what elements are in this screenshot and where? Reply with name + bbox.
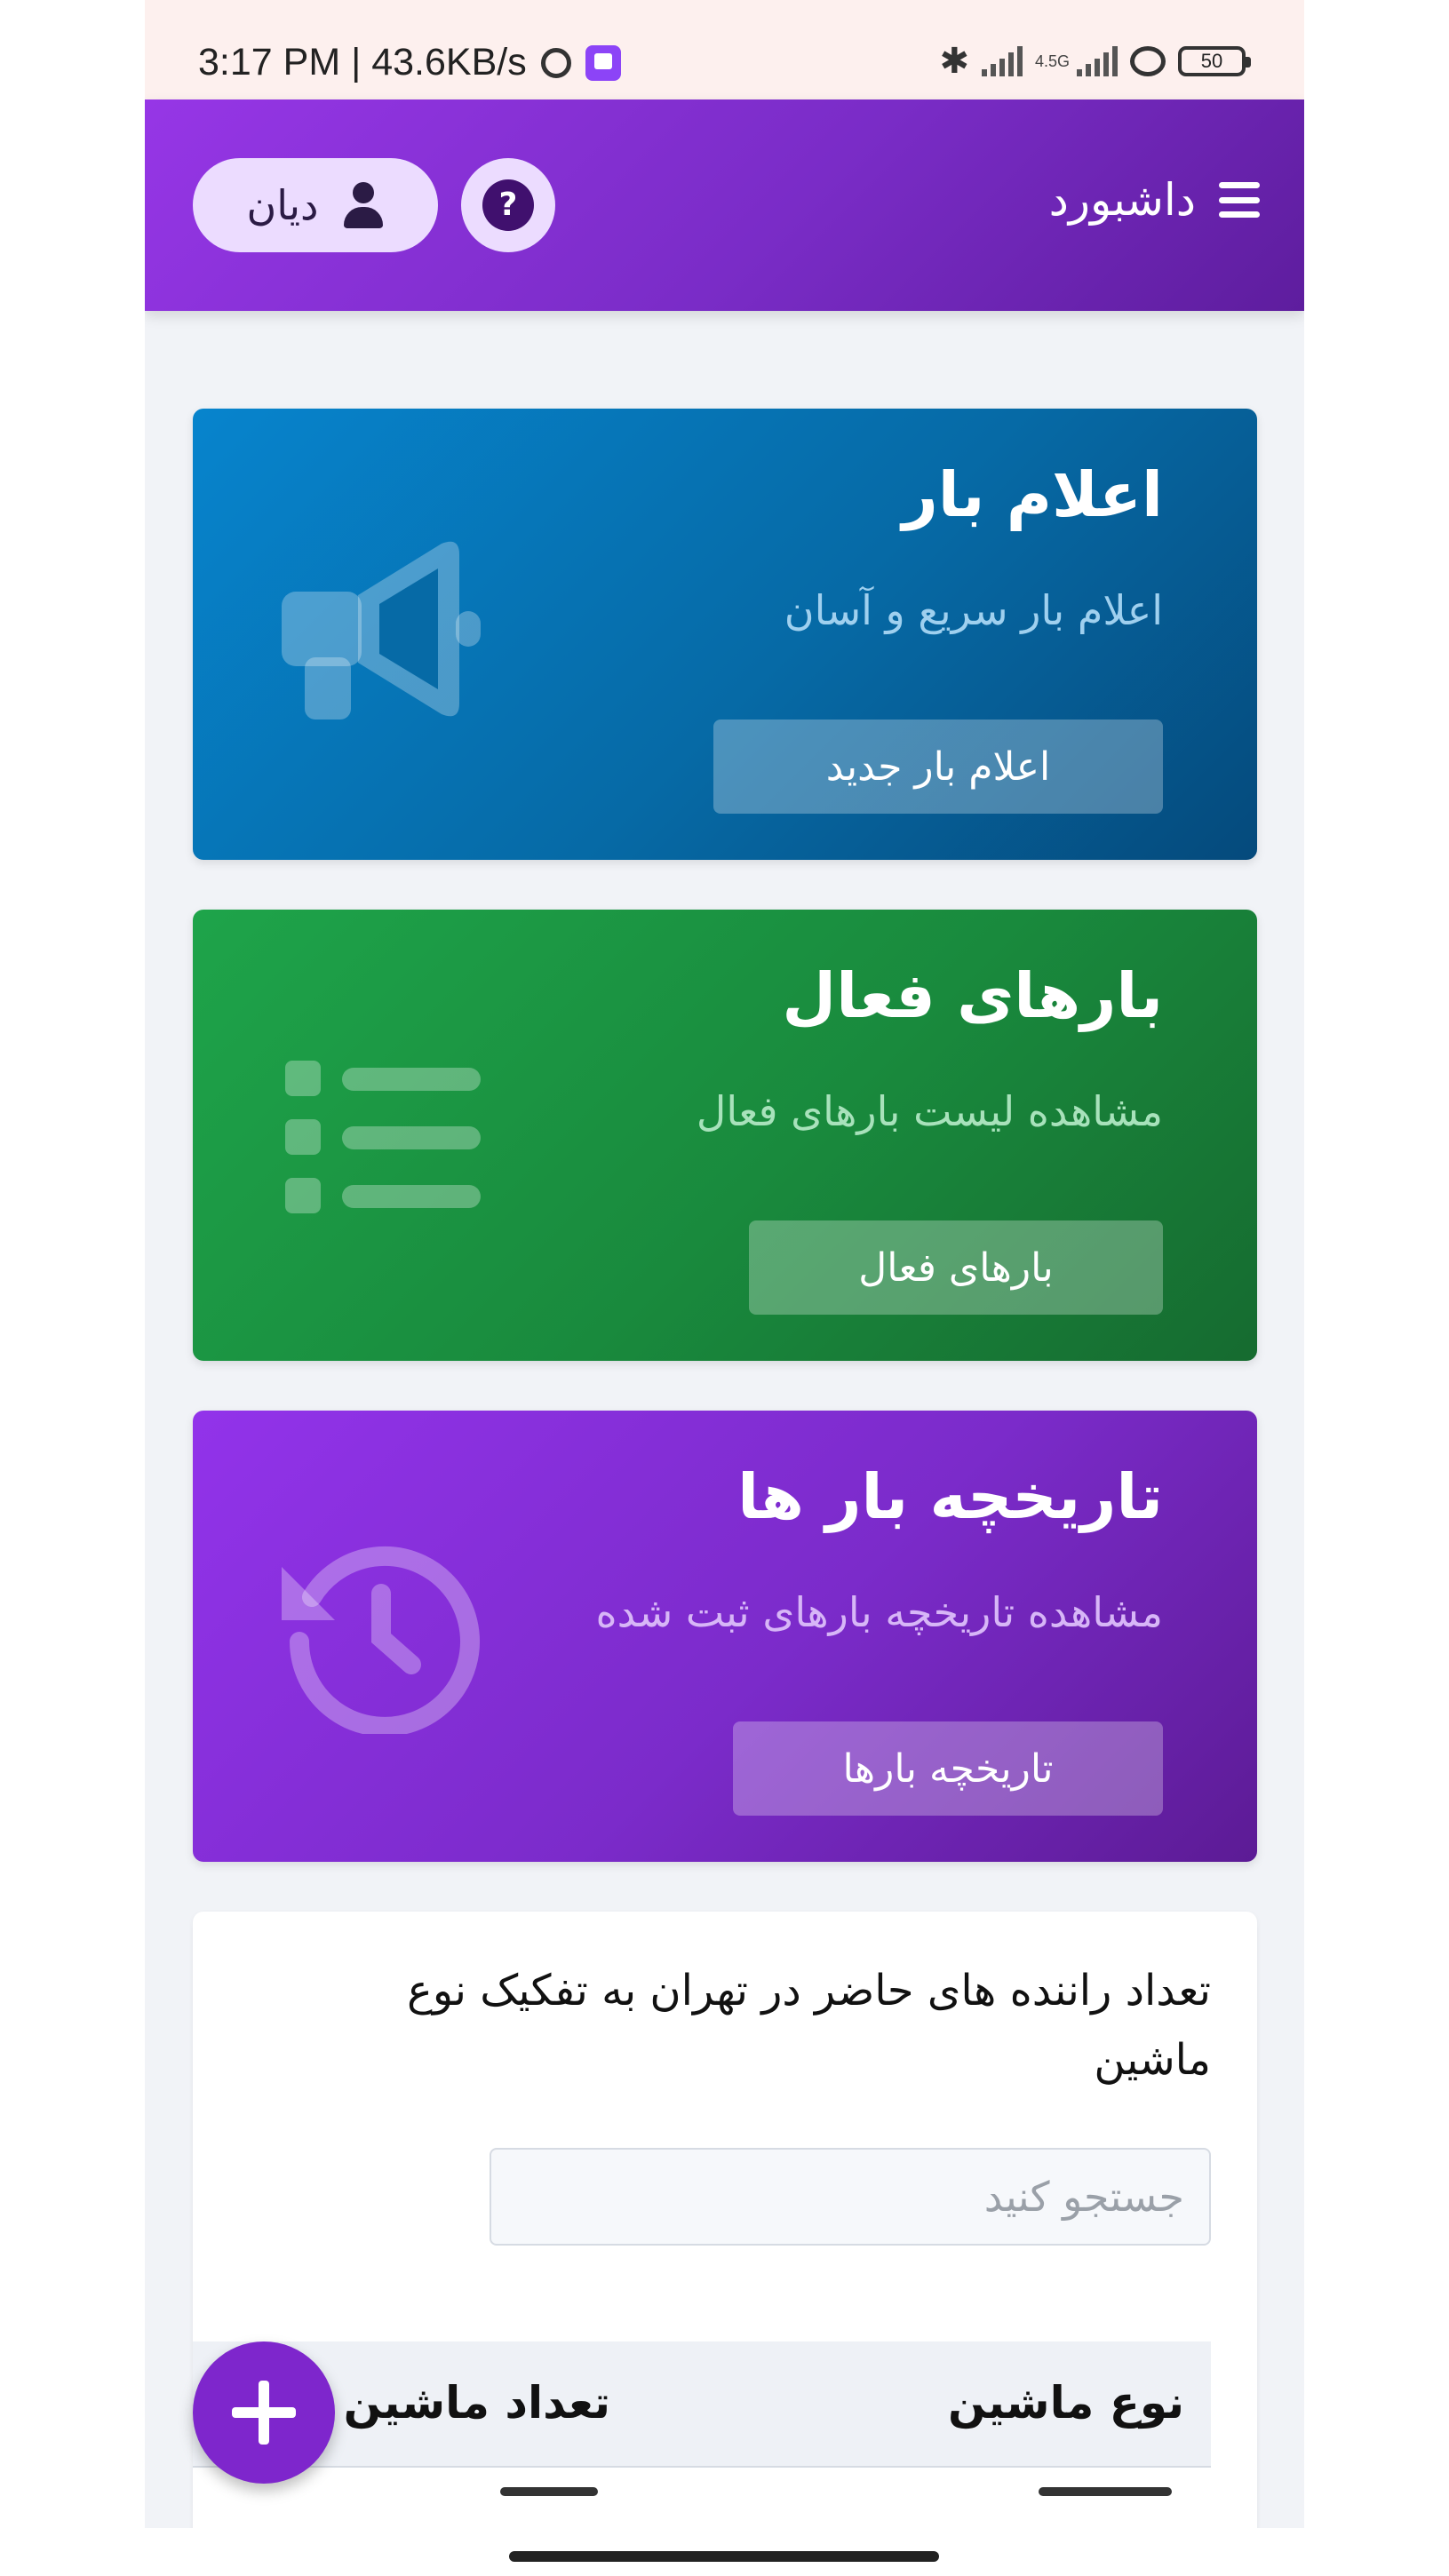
card-subtitle: مشاهده تاریخچه بارهای ثبت شده	[595, 1588, 1163, 1636]
user-icon	[342, 182, 385, 228]
user-menu-button[interactable]: دیان	[193, 158, 438, 252]
drivers-panel: تعداد راننده های حاضر در تهران به تفکیک …	[193, 1912, 1257, 2576]
load-history-button[interactable]: تاریخچه بارها	[733, 1721, 1163, 1816]
card-title: اعلام بار	[902, 458, 1163, 531]
card-active-loads: بارهای فعال مشاهده لیست بارهای فعال باره…	[193, 910, 1257, 1361]
page-title: داشبورد	[1048, 174, 1196, 226]
status-bar: 3:17 PM | 43.6KB/s ✱ 4.5G 50	[145, 0, 1304, 99]
app-bar-title-group[interactable]: داشبورد	[1049, 174, 1260, 226]
column-header-vehicle-type[interactable]: نوع ماشین	[948, 2377, 1184, 2429]
hamburger-menu-icon[interactable]	[1219, 182, 1260, 218]
status-left: 3:17 PM | 43.6KB/s	[198, 41, 621, 84]
table-row	[193, 2468, 1211, 2503]
card-subtitle: مشاهده لیست بارهای فعال	[696, 1087, 1163, 1135]
link-icon	[1130, 46, 1166, 76]
alarm-icon	[540, 47, 571, 78]
help-icon: ?	[482, 179, 534, 231]
panel-title: تعداد راننده های حاضر در تهران به تفکیک …	[407, 1966, 1211, 2085]
card-title: تاریخچه بار ها	[737, 1460, 1163, 1533]
search-input[interactable]	[490, 2148, 1211, 2246]
status-right: ✱ 4.5G 50	[939, 41, 1251, 82]
navigation-bar	[145, 2528, 1304, 2576]
status-time: 3:17 PM | 43.6KB/s	[198, 41, 527, 83]
screen: 3:17 PM | 43.6KB/s ✱ 4.5G 50 داشبورد ? د…	[145, 0, 1304, 2576]
home-indicator[interactable]	[509, 2551, 939, 2562]
twitch-icon	[585, 44, 621, 81]
list-icon	[285, 1061, 481, 1213]
card-announce-load: اعلام بار اعلام بار سریع و آسان اعلام با…	[193, 409, 1257, 860]
network-type-label: 4.5G	[1034, 52, 1070, 70]
signal-icon	[981, 46, 1023, 76]
card-load-history: تاریخچه بار ها مشاهده تاریخچه بارهای ثبت…	[193, 1411, 1257, 1862]
user-name: دیان	[246, 181, 319, 229]
new-load-button[interactable]: اعلام بار جدید	[713, 720, 1163, 814]
column-header-vehicle-count[interactable]: تعداد ماشین	[344, 2377, 610, 2429]
bluetooth-icon: ✱	[939, 41, 969, 82]
table-header: نوع ماشین تعداد ماشین	[193, 2341, 1211, 2468]
active-loads-button[interactable]: بارهای فعال	[749, 1220, 1163, 1315]
help-button[interactable]: ?	[461, 158, 555, 252]
megaphone-icon	[282, 541, 481, 720]
app-bar: داشبورد ? دیان	[145, 99, 1304, 311]
card-subtitle: اعلام بار سریع و آسان	[784, 586, 1163, 634]
add-button[interactable]	[193, 2341, 335, 2484]
battery-icon: 50	[1178, 46, 1251, 76]
card-title: بارهای فعال	[782, 959, 1163, 1032]
history-icon	[282, 1546, 480, 1734]
signal-4g-icon	[1077, 46, 1118, 76]
